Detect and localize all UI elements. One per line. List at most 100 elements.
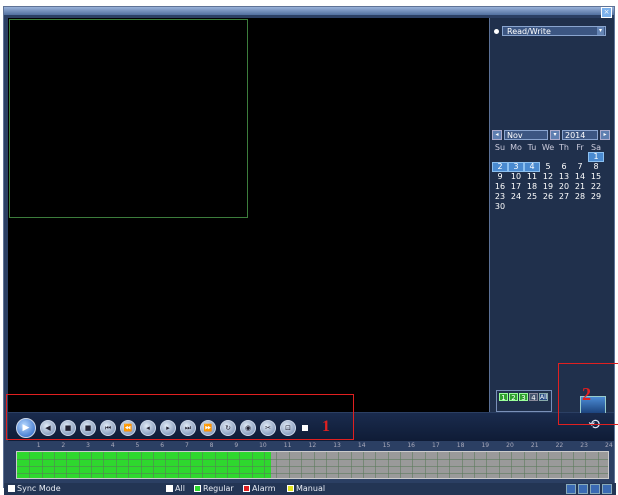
hour-tick-15: 15 xyxy=(382,442,391,449)
sync-mode-option[interactable]: Sync Mode xyxy=(8,484,61,493)
day-cell-24[interactable]: 24 xyxy=(508,192,524,202)
recorded-segment xyxy=(17,452,272,478)
timeline-gridline xyxy=(128,452,130,478)
timeline[interactable]: 1 2 3 4 5 6 7 8 9 10 11 12 13 14 15 16 17 18 19 20 21 22 23 24 xyxy=(16,442,613,482)
day-cell-4[interactable]: 4 xyxy=(524,162,540,172)
hour-tick-5: 5 xyxy=(135,442,140,449)
year-field[interactable]: 2014 xyxy=(562,130,598,140)
timeline-gridline xyxy=(177,452,179,478)
channel-button-4[interactable]: 4 xyxy=(529,393,538,402)
day-cell-5[interactable]: 5 xyxy=(540,162,556,172)
weekday-label: We xyxy=(541,143,555,152)
sync-checkbox[interactable] xyxy=(8,485,15,492)
day-cell-25[interactable]: 25 xyxy=(524,192,540,202)
channel-all-button[interactable]: All xyxy=(539,393,548,401)
close-icon[interactable]: × xyxy=(601,7,612,18)
mode-row: Read/Write ▾ xyxy=(494,26,606,36)
regular-label: Regular xyxy=(203,484,234,493)
day-cell-7[interactable]: 7 xyxy=(572,162,588,172)
timeline-gridline xyxy=(449,452,451,478)
month-select[interactable]: Nov xyxy=(504,130,548,140)
legend-manual[interactable]: Manual xyxy=(287,484,325,493)
alarm-swatch[interactable] xyxy=(243,485,250,492)
day-cell-28[interactable]: 28 xyxy=(572,192,588,202)
timeline-gridline xyxy=(78,452,80,478)
day-cell-23[interactable]: 23 xyxy=(492,192,508,202)
regular-swatch[interactable] xyxy=(194,485,201,492)
channel-button-3[interactable]: 3 xyxy=(519,393,528,402)
day-blank xyxy=(572,152,588,162)
month-dropdown-icon[interactable]: ▾ xyxy=(550,130,560,140)
timeline-gridline xyxy=(66,452,68,478)
timeline-gridline xyxy=(103,452,105,478)
timeline-gridline xyxy=(313,452,315,478)
day-cell-10[interactable]: 10 xyxy=(508,172,524,182)
timeline-gridline xyxy=(560,452,562,478)
day-cell-22[interactable]: 22 xyxy=(588,182,604,192)
timeline-gridline xyxy=(140,452,142,478)
timeline-gridline xyxy=(474,452,476,478)
day-grid: 1 2 3 4 5 6 7 8 9 10 11 12 13 14 15 16 17 18 19 20 21 22 23 24 2… xyxy=(492,152,610,212)
all-label: All xyxy=(175,484,185,493)
day-cell-27[interactable]: 27 xyxy=(556,192,572,202)
hour-tick-24: 24 xyxy=(605,442,613,449)
next-month-icon[interactable]: ▸ xyxy=(600,130,610,140)
hour-tick-8: 8 xyxy=(209,442,214,449)
day-cell-16[interactable]: 16 xyxy=(492,182,508,192)
annotation-number-1: 1 xyxy=(322,418,330,435)
mode-select[interactable]: Read/Write ▾ xyxy=(502,26,606,36)
timeline-gridline xyxy=(362,452,364,478)
day-cell-19[interactable]: 19 xyxy=(540,182,556,192)
timeline-gridline xyxy=(437,452,439,478)
day-cell-13[interactable]: 13 xyxy=(556,172,572,182)
day-cell-20[interactable]: 20 xyxy=(556,182,572,192)
sidebar: Read/Write ▾ ◂ Nov ▾ 2014 ▸ Su Mo Tu We Th Fr… xyxy=(489,18,614,414)
day-cell-8[interactable]: 8 xyxy=(588,162,604,172)
day-cell-15[interactable]: 15 xyxy=(588,172,604,182)
day-cell-21[interactable]: 21 xyxy=(572,182,588,192)
mode-radio[interactable] xyxy=(494,28,499,34)
manual-swatch[interactable] xyxy=(287,485,294,492)
channel-selector: 1 2 3 4 All xyxy=(496,390,552,412)
hour-tick-19: 19 xyxy=(481,442,490,449)
day-cell-3[interactable]: 3 xyxy=(508,162,524,172)
hour-tick-20: 20 xyxy=(506,442,514,449)
hour-tick-12: 12 xyxy=(308,442,317,449)
timeline-gridline xyxy=(54,452,56,478)
day-cell-17[interactable]: 17 xyxy=(508,182,524,192)
day-blank xyxy=(524,152,540,162)
video-tile-selected[interactable] xyxy=(9,19,248,218)
channel-button-2[interactable]: 2 xyxy=(509,393,518,402)
hour-tick-22: 22 xyxy=(555,442,564,449)
video-display[interactable] xyxy=(8,18,489,412)
title-bar xyxy=(4,7,614,15)
timeline-row-line xyxy=(17,459,608,460)
timeline-track[interactable] xyxy=(16,451,609,479)
day-cell-18[interactable]: 18 xyxy=(524,182,540,192)
day-cell-12[interactable]: 12 xyxy=(540,172,556,182)
prev-month-icon[interactable]: ◂ xyxy=(492,130,502,140)
day-cell-2[interactable]: 2 xyxy=(492,162,508,172)
timeline-gridline xyxy=(189,452,191,478)
legend-regular[interactable]: Regular xyxy=(194,484,234,493)
timeline-gridline xyxy=(288,452,290,478)
year-label: 2014 xyxy=(565,131,586,140)
timeline-gridline xyxy=(375,452,377,478)
weekday-label: Sa xyxy=(591,143,601,152)
day-cell-9[interactable]: 9 xyxy=(492,172,508,182)
timeline-row-line xyxy=(17,473,608,474)
day-cell-26[interactable]: 26 xyxy=(540,192,556,202)
timeline-gridline xyxy=(276,452,278,478)
legend-all[interactable]: All xyxy=(166,484,185,493)
day-cell-11[interactable]: 11 xyxy=(524,172,540,182)
day-cell-1[interactable]: 1 xyxy=(588,152,604,162)
day-cell-14[interactable]: 14 xyxy=(572,172,588,182)
timeline-gridline xyxy=(338,452,340,478)
day-cell-29[interactable]: 29 xyxy=(588,192,604,202)
day-cell-6[interactable]: 6 xyxy=(556,162,572,172)
annotation-box-1 xyxy=(6,394,354,440)
day-cell-30[interactable]: 30 xyxy=(492,202,508,212)
legend-alarm[interactable]: Alarm xyxy=(243,484,276,493)
channel-button-1[interactable]: 1 xyxy=(499,393,508,402)
all-checkbox[interactable] xyxy=(166,485,173,492)
